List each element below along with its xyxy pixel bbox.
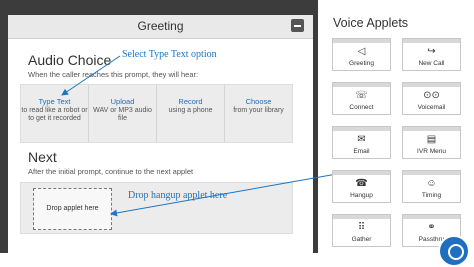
- applet-label: Email: [353, 148, 370, 155]
- next-subtitle: After the initial prompt, continue to th…: [28, 167, 194, 176]
- tile-header-bar: [403, 39, 460, 43]
- choice-type-text[interactable]: Type Text to read like a robot or to get…: [21, 85, 88, 142]
- ivr-menu-icon: ▤: [426, 134, 437, 145]
- next-title: Next: [28, 149, 57, 165]
- applet-label: Gather: [351, 236, 372, 243]
- annotation-select-type-text: Select Type Text option: [122, 49, 217, 60]
- choice-label: Type Text: [38, 97, 71, 106]
- tile-header-bar: [403, 83, 460, 87]
- tile-header-bar: [333, 39, 390, 43]
- choice-record[interactable]: Record using a phone: [156, 85, 224, 142]
- tile-header-bar: [333, 127, 390, 131]
- tile-header-bar: [333, 215, 390, 219]
- applet-gather[interactable]: ⠿ Gather: [332, 214, 391, 247]
- applet-new-call[interactable]: ↪ New Call: [402, 38, 461, 71]
- applet-hangup[interactable]: ☎ Hangup: [332, 170, 391, 203]
- audio-choice-title: Audio Choice: [28, 52, 112, 68]
- audio-choice-options: Type Text to read like a robot or to get…: [20, 84, 293, 143]
- keypad-icon: ⠿: [357, 222, 366, 233]
- drop-applet-label: Drop applet here: [46, 205, 99, 212]
- audio-choice-subtitle: When the caller reaches this prompt, the…: [28, 70, 199, 79]
- annotation-drop-hangup: Drop hangup applet here: [128, 190, 228, 201]
- monkey-icon: ☺: [426, 178, 437, 189]
- choice-upload[interactable]: Upload WAV or MP3 audio file: [88, 85, 156, 142]
- choice-description: to read like a robot or to get it record…: [21, 107, 88, 122]
- forward-call-icon: ↪: [427, 46, 436, 57]
- applet-label: New Call: [418, 60, 445, 67]
- applet-ivr-menu[interactable]: ▤ IVR Menu: [402, 126, 461, 159]
- drop-applet-target[interactable]: Drop applet here: [33, 188, 112, 230]
- applet-greeting[interactable]: ◁ Greeting: [332, 38, 391, 71]
- applet-label: Hangup: [350, 192, 373, 199]
- choice-library[interactable]: Choose from your library: [224, 85, 292, 142]
- applet-voicemail[interactable]: ⊙⊙ Voicemail: [402, 82, 461, 115]
- applet-label: Timing: [421, 192, 442, 199]
- greeting-panel-header: Greeting: [8, 15, 313, 39]
- tile-header-bar: [333, 83, 390, 87]
- applet-label: Voicemail: [417, 104, 446, 111]
- tile-header-bar: [403, 127, 460, 131]
- choice-description: from your library: [233, 107, 284, 114]
- applet-label: Greeting: [349, 60, 374, 67]
- envelope-icon: ✉: [357, 134, 366, 145]
- phone-handset-icon: ☏: [355, 90, 368, 101]
- choice-description: using a phone: [168, 107, 213, 114]
- choice-label: Upload: [110, 97, 135, 106]
- tile-header-bar: [333, 171, 390, 175]
- applet-email[interactable]: ✉ Email: [332, 126, 391, 159]
- help-chat-button[interactable]: [438, 235, 470, 267]
- greeting-title: Greeting: [137, 19, 184, 33]
- hangup-icon: ☎: [355, 178, 368, 189]
- link-icon: ⚭: [427, 222, 436, 233]
- applet-label: Connect: [349, 104, 374, 111]
- voice-applets-title: Voice Applets: [333, 16, 409, 30]
- tile-header-bar: [403, 215, 460, 219]
- applet-connect[interactable]: ☏ Connect: [332, 82, 391, 115]
- voicemail-icon: ⊙⊙: [423, 90, 440, 101]
- applet-label: IVR Menu: [417, 148, 446, 155]
- choice-description: WAV or MP3 audio file: [93, 107, 152, 122]
- choice-label: Record: [178, 97, 203, 106]
- choice-label: Choose: [245, 97, 272, 106]
- applet-timing[interactable]: ☺ Timing: [402, 170, 461, 203]
- tile-header-bar: [403, 171, 460, 175]
- megaphone-icon: ◁: [357, 46, 366, 57]
- collapse-icon[interactable]: [291, 19, 304, 32]
